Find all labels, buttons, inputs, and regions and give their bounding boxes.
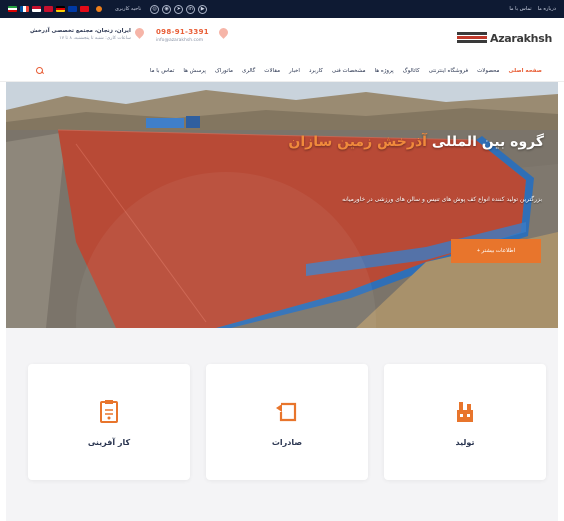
hero-title-part1: گروه بین المللی [431,134,544,150]
services-section: کار آفرینی صادرات تولید [6,328,558,521]
whatsapp-icon[interactable]: ◉ [162,4,172,14]
language-flag-2[interactable] [32,6,41,12]
topbar: ناحیه کاربری ◎ ◉ ➤ in ▶ تماس با ما دربار… [0,0,564,18]
nav-item-contact[interactable]: تماس با ما [150,68,174,74]
main-navigation: تماس با ما پرسش ها ماتوراک گالری مقالات … [0,60,564,82]
more-info-button[interactable]: اطلاعات بیشتر + [451,239,541,263]
nav-item-shop[interactable]: فروشگاه اینترنتی [429,68,468,74]
phone-icon [219,28,228,39]
export-icon [276,402,297,421]
language-flag-german[interactable] [56,6,65,12]
hero-title: گروه بین المللی آذرخش زمین سازان [288,134,544,150]
nav-item-gallery[interactable]: گالری [242,68,255,74]
address-title: ایران، زنجان، مجتمع تخصصی آذرخش [30,28,131,34]
service-card-export[interactable]: صادرات [206,364,368,480]
nav-item-specs[interactable]: مشخصات فنی [332,68,366,74]
phone-block: 098-91-3391 info@azarakhsh.com [156,28,228,43]
language-flags: ناحیه کاربری ◎ ◉ ➤ in ▶ [8,4,208,14]
search-icon[interactable] [36,67,44,75]
language-flag-3[interactable] [44,6,53,12]
nav-item-articles[interactable]: مقالات [264,68,280,74]
aparat-icon[interactable]: ▶ [198,4,208,14]
document-icon [100,399,118,423]
hero-background-image [6,82,558,328]
service-card-label: صادرات [271,437,303,447]
language-flag-persian[interactable] [8,6,17,12]
telegram-icon[interactable]: ➤ [174,4,184,14]
about-us-link[interactable]: درباره ما [538,6,556,12]
service-card-label: کار آفرینی [87,437,131,447]
address-subtitle: ساعات کاری: شنبه تا پنجشنبه، ۸ تا ۱۷ [59,36,131,41]
topbar-links: تماس با ما درباره ما [509,6,556,12]
nav-item-home[interactable]: صفحه اصلی [509,68,543,74]
location-icon [135,28,144,39]
address-block: ایران، زنجان، مجتمع تخصصی آذرخش ساعات کا… [30,28,144,41]
language-flag-turkish[interactable] [80,6,89,12]
hero-title-part2: زمین سازان [288,134,373,150]
site-header: ایران، زنجان، مجتمع تخصصی آذرخش ساعات کا… [0,18,564,60]
hero-title-highlight: آذرخش [377,134,427,150]
logo-mark-icon [456,32,487,44]
nav-item-faq[interactable]: پرسش ها [183,68,206,74]
service-card-entrepreneurship[interactable]: کار آفرینی [28,364,190,480]
hero-subtitle: بزرگترین تولید کننده انواع کف پوش های تن… [342,196,542,203]
user-icon [96,6,102,12]
language-flag-french[interactable] [20,6,29,12]
linkedin-icon[interactable]: in [186,4,196,14]
nav-item-applications[interactable]: کاربرد [309,68,323,74]
nav-item-products[interactable]: محصولات [477,68,499,74]
instagram-icon[interactable]: ◎ [150,4,160,14]
nav-item-news[interactable]: اخبار [289,68,300,74]
phone-number[interactable]: 098-91-3391 [156,28,209,36]
nav-item-projects[interactable]: پروژه ها [375,68,394,74]
logo-text: Azarakhsh [489,31,552,45]
contact-us-link[interactable]: تماس با ما [509,6,531,12]
language-flag-5[interactable] [68,6,77,12]
service-card-label: تولید [455,437,475,447]
site-logo[interactable]: Azarakhsh [452,27,552,49]
nav-item-matorak[interactable]: ماتوراک [215,68,233,74]
email-address[interactable]: info@azarakhsh.com [156,38,209,43]
factory-icon [457,401,473,422]
service-card-production[interactable]: تولید [384,364,546,480]
user-area-link[interactable]: ناحیه کاربری [115,6,141,12]
hero-banner: گروه بین المللی آذرخش زمین سازان بزرگتری… [6,82,558,328]
nav-item-catalog[interactable]: کاتالوگ [403,68,420,74]
